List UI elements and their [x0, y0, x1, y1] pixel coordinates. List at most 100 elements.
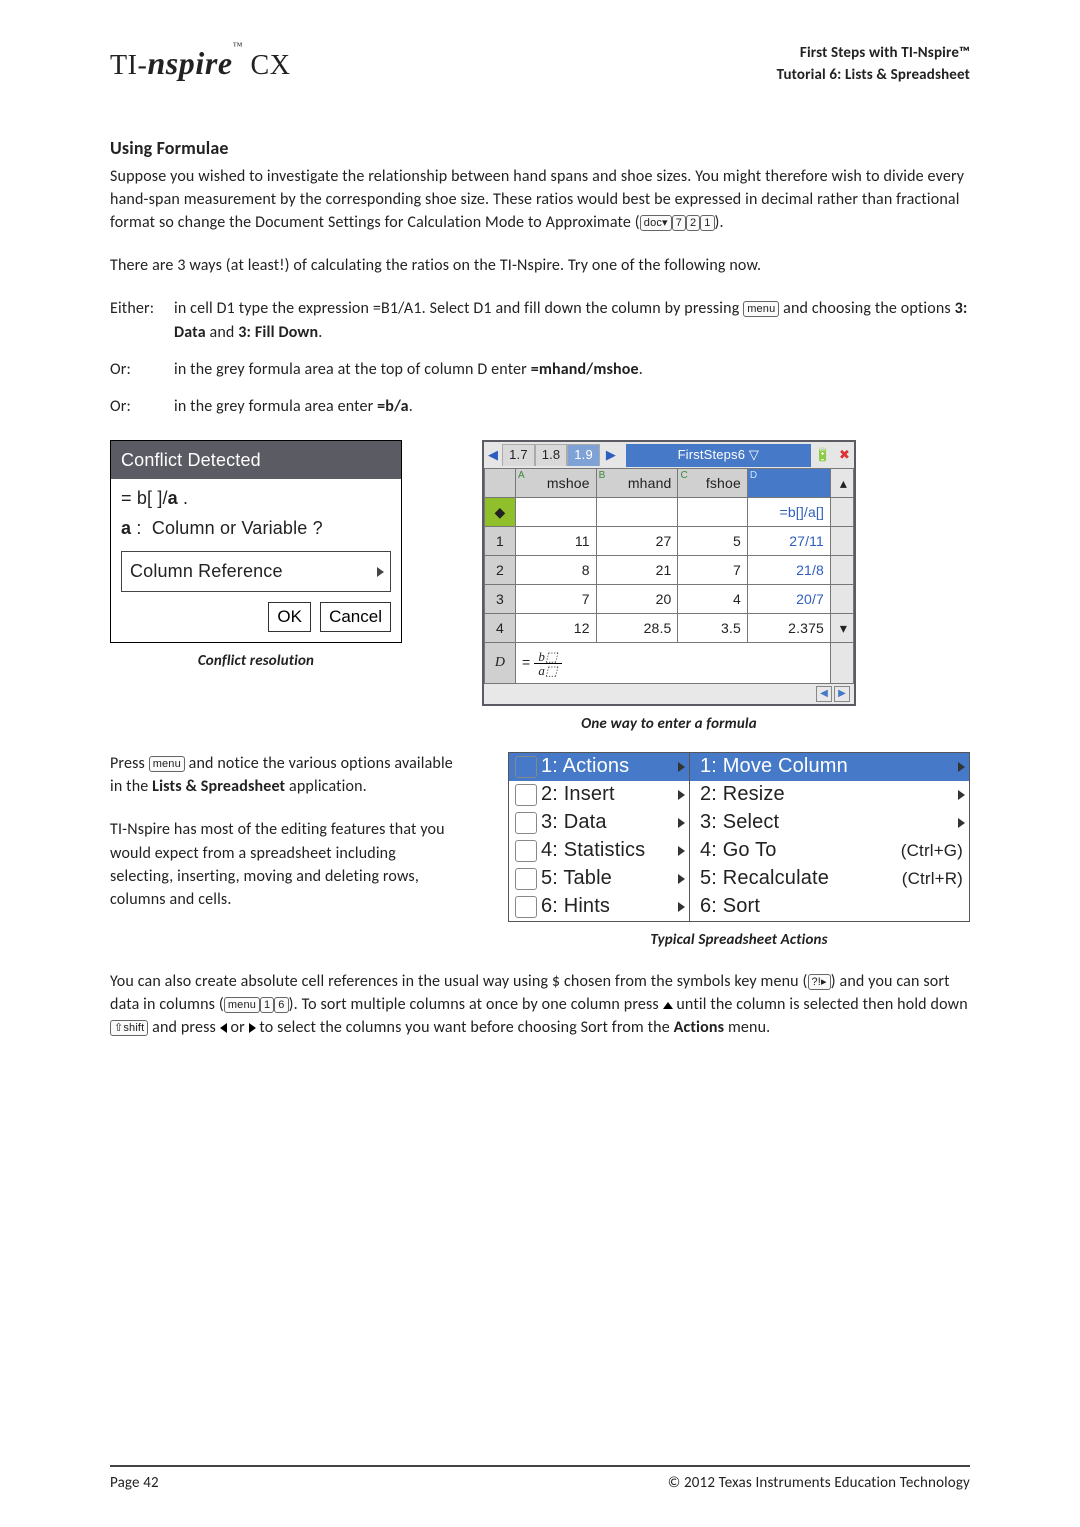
sheet-caption: One way to enter a formula — [482, 714, 856, 736]
either-label: Either: — [110, 297, 174, 343]
p3a: You can also create absolute cell refere… — [110, 972, 808, 991]
battery-icon: 🔋 — [811, 446, 835, 465]
tab-18[interactable]: 1.8 — [535, 444, 568, 466]
col-d-formula[interactable]: =b[]/a[] — [747, 498, 830, 527]
conflict-dialog: Conflict Detected = b[ ]/a . a : Column … — [110, 440, 402, 643]
menu-caption: Typical Spreadsheet Actions — [508, 930, 970, 952]
ap1a: Press — [110, 754, 149, 773]
key-menu: menu — [743, 301, 779, 317]
conflict-title: Conflict Detected — [111, 441, 401, 479]
conflict-question: a : Column or Variable ? — [121, 515, 391, 541]
menu-icon — [515, 812, 537, 834]
tab-19[interactable]: 1.9 — [567, 444, 600, 466]
right-arrow-icon — [249, 1023, 256, 1033]
conflict-expr: = b[ ]/a . — [121, 485, 391, 511]
intro-para: Suppose you wished to investigate the re… — [110, 165, 970, 235]
page-subtitle: First Steps with TI-Nspire™ Tutorial 6: … — [777, 43, 970, 87]
edit-eq: = — [522, 654, 530, 670]
menu-right-move-column[interactable]: 1: Move Column — [690, 753, 969, 781]
either-bold2: 3: Fill Down — [238, 323, 318, 342]
ap1bold: Lists & Spreadsheet — [152, 777, 285, 796]
p2: There are 3 ways (at least!) of calculat… — [110, 254, 970, 277]
ap1c: application. — [285, 777, 367, 796]
col-d-header[interactable]: D — [747, 469, 830, 498]
conflict-caption: Conflict resolution — [110, 651, 402, 673]
key-7: 7 — [672, 215, 686, 231]
p3bold: Actions — [674, 1018, 725, 1037]
brand-logo: TI-nspire™ CX — [110, 40, 291, 87]
or1-bold: =mhand/mshoe — [531, 360, 639, 379]
up-arrow-icon — [663, 1002, 673, 1009]
brand-prefix: TI- — [110, 50, 147, 81]
or2-text: in the grey formula area enter =b/a. — [174, 395, 970, 418]
tab-next-icon[interactable]: ▶ — [602, 446, 620, 465]
after-p2: TI-Nspire has most of the editing featur… — [110, 818, 460, 911]
nav-right-icon[interactable]: ▶ — [834, 686, 850, 702]
p1-end: ). — [715, 213, 724, 232]
nav-left-icon[interactable]: ◀ — [816, 686, 832, 702]
menu-left-insert[interactable]: 2: Insert — [509, 781, 689, 809]
cancel-button[interactable]: Cancel — [320, 602, 391, 633]
p3c: ). To sort multiple columns at once by o… — [289, 995, 663, 1014]
key-1b: 1 — [260, 997, 274, 1013]
menu-left-statistics[interactable]: 4: Statistics — [509, 837, 689, 865]
menu-left-data[interactable]: 3: Data — [509, 809, 689, 837]
document-name: FirstSteps6 ▽ — [626, 444, 811, 467]
scroll-up-icon[interactable]: ▴ — [831, 469, 854, 498]
menu-icon — [515, 756, 537, 778]
p1-text: Suppose you wished to investigate the re… — [110, 167, 964, 232]
key-6: 6 — [274, 997, 288, 1013]
header-line1: First Steps with TI-Nspire™ — [777, 43, 970, 65]
either-b: and choosing the options — [779, 299, 954, 318]
col-b-header[interactable]: Bmhand — [596, 469, 678, 498]
brand-tm: ™ — [233, 41, 243, 52]
brand-suffix: CX — [243, 50, 291, 81]
menu-right-resize[interactable]: 2: Resize — [690, 781, 969, 809]
menu-icon — [515, 784, 537, 806]
scroll-down-icon[interactable]: ▾ — [831, 614, 854, 643]
or2-bold: =b/a — [377, 397, 409, 416]
col-c-header[interactable]: Cfshoe — [678, 469, 747, 498]
menu-right-sort[interactable]: 6: Sort — [690, 893, 969, 921]
p3f: or — [227, 1018, 249, 1037]
menu-right-recalculate[interactable]: 5: Recalculate(Ctrl+R) — [690, 865, 969, 893]
key-symbols: ?!▸ — [808, 974, 831, 990]
header-line2: Tutorial 6: Lists & Spreadsheet — [777, 65, 970, 87]
edit-fraction[interactable]: b⬚a⬚ — [534, 650, 561, 677]
spreadsheet-grid[interactable]: Amshoe Bmhand Cfshoe D ▴ ◆ =b[]/a[] 1112… — [484, 468, 854, 684]
p3e: and press — [148, 1018, 219, 1037]
menu-icon — [515, 840, 537, 862]
either-a: in cell D1 type the expression =B1/A1. S… — [174, 299, 743, 318]
or1-end: . — [639, 360, 643, 379]
either-and: and — [206, 323, 239, 342]
menu-icon — [515, 868, 537, 890]
either-text: in cell D1 type the expression =B1/A1. S… — [174, 297, 970, 343]
or1-a: in the grey formula area at the top of c… — [174, 360, 531, 379]
key-1: 1 — [700, 215, 714, 231]
col-a-header[interactable]: Amshoe — [516, 469, 597, 498]
actions-menu-screenshot: 1: Actions2: Insert3: Data4: Statistics5… — [508, 752, 970, 922]
spreadsheet-screenshot: ◀ 1.7 1.8 1.9 ▶ FirstSteps6 ▽ 🔋 ✖ Amshoe… — [482, 440, 856, 706]
conflict-option[interactable]: Column Reference — [121, 551, 391, 591]
or2-end: . — [409, 397, 413, 416]
section-heading: Using Formulae — [110, 135, 970, 161]
tab-17[interactable]: 1.7 — [502, 444, 535, 466]
either-end: . — [318, 323, 322, 342]
key-2: 2 — [686, 215, 700, 231]
menu-right-go-to[interactable]: 4: Go To(Ctrl+G) — [690, 837, 969, 865]
p3: You can also create absolute cell refere… — [110, 970, 970, 1040]
close-icon[interactable]: ✖ — [835, 446, 854, 465]
menu-left-hints[interactable]: 6: Hints — [509, 893, 689, 921]
page-number: Page 42 — [110, 1473, 159, 1495]
copyright: © 2012 Texas Instruments Education Techn… — [668, 1473, 970, 1495]
ok-button[interactable]: OK — [268, 602, 311, 633]
p3g: to select the columns you want before ch… — [256, 1018, 674, 1037]
menu-left-actions[interactable]: 1: Actions — [509, 753, 689, 781]
tab-prev-icon[interactable]: ◀ — [484, 446, 502, 465]
or1-text: in the grey formula area at the top of c… — [174, 358, 970, 381]
or1-label: Or: — [110, 358, 174, 381]
menu-left-table[interactable]: 5: Table — [509, 865, 689, 893]
menu-right-select[interactable]: 3: Select — [690, 809, 969, 837]
after-p1: Press menu and notice the various option… — [110, 752, 460, 798]
left-arrow-icon — [220, 1023, 227, 1033]
